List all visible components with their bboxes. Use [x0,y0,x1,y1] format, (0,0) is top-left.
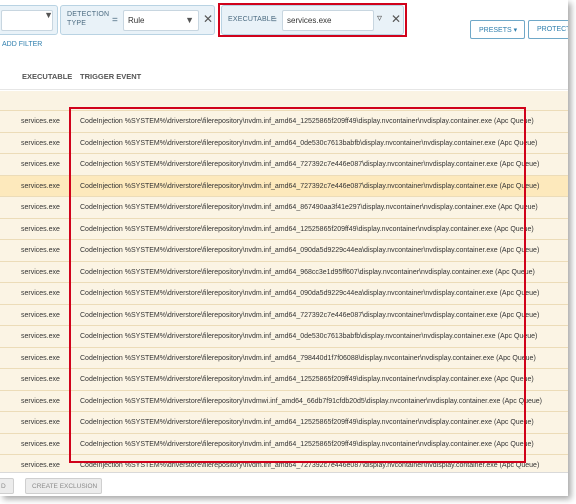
cell-trigger-event: CodeInjection %SYSTEM%\driverstore\filer… [80,440,534,448]
filter-label-executable: EXECUTABLE [228,16,276,23]
cell-trigger-event: CodeInjection %SYSTEM%\driverstore\filer… [80,333,538,340]
table-row[interactable]: services.exe CodeInjection %SYSTEM%\drive… [0,369,568,391]
cell-executable: services.exe [21,225,60,233]
table-row[interactable]: services.exe CodeInjection %SYSTEM%\drive… [0,283,568,305]
cell-trigger-event: CodeInjection %SYSTEM%\driverstore\filer… [80,204,538,211]
operator-equals: = [271,15,277,26]
label-line-2: TYPE [67,20,87,27]
chevron-down-icon[interactable]: ▼ [44,10,53,20]
cell-trigger-event: CodeInjection %SYSTEM%\driverstore\filer… [80,247,540,254]
table-row[interactable]: services.exe CodeInjection %SYSTEM%\drive… [0,111,568,133]
label-line-1: DETECTION [67,11,110,18]
table-row[interactable]: services.exe CodeInjection %SYSTEM%\drive… [0,197,568,219]
filter-chip-executable[interactable]: EXECUTABLE = services.exe ▿ ✕ [221,5,404,35]
table-row[interactable]: services.exe CodeInjection %SYSTEM%\drive… [0,412,568,434]
table-row[interactable]: services.exe CodeInjection %SYSTEM%\drive… [0,347,568,369]
cell-trigger-event: CodeInjection %SYSTEM%\driverstore\filer… [80,268,535,276]
table-body: services.exe CodeInjection %SYSTEM%\drive… [0,111,568,477]
footer-bar: D CREATE EXCLUSION [0,472,568,496]
create-exclusion-button[interactable]: CREATE EXCLUSION [25,478,102,494]
cell-trigger-event: CodeInjection %SYSTEM%\driverstore\filer… [80,182,540,190]
cell-trigger-event: CodeInjection %SYSTEM%\driverstore\filer… [80,311,540,319]
cell-executable: services.exe [21,161,60,168]
cell-trigger-event: CodeInjection %SYSTEM%\driverstore\filer… [80,161,540,168]
table-row[interactable]: services.exe CodeInjection %SYSTEM%\drive… [0,433,568,455]
cell-trigger-event: CodeInjection %SYSTEM%\driverstore\filer… [80,376,534,383]
table-row[interactable]: services.exe CodeInjection %SYSTEM%\drive… [0,175,568,197]
footer-left-button[interactable]: D [0,478,14,494]
cell-trigger-event: CodeInjection %SYSTEM%\driverstore\filer… [80,139,538,147]
screenshot-frame: ▼ DETECTION TYPE = Rule ▼ ✕ EXECUTABLE =… [0,0,568,496]
chevron-down-icon: ▾ [513,27,518,34]
chevron-down-icon[interactable]: ▼ [185,15,194,25]
column-header-executable[interactable]: EXECUTABLE [22,72,72,81]
cell-executable: services.exe [21,440,60,448]
table-row[interactable]: services.exe CodeInjection %SYSTEM%\drive… [0,326,568,348]
cell-trigger-event: CodeInjection %SYSTEM%\driverstore\filer… [80,225,534,233]
cell-executable: services.exe [21,204,60,211]
protect-button[interactable]: PROTECT [528,20,568,39]
cell-executable: services.exe [21,376,60,383]
detection-type-select[interactable]: Rule ▼ [123,10,199,31]
cell-trigger-event: CodeInjection %SYSTEM%\driverstore\filer… [80,462,540,469]
cell-trigger-event: CodeInjection %SYSTEM%\driverstore\filer… [80,290,540,297]
cell-executable: services.exe [21,182,60,190]
cell-executable: services.exe [21,462,60,469]
executable-input[interactable]: services.exe [282,10,374,31]
cell-trigger-event: CodeInjection %SYSTEM%\driverstore\filer… [80,397,542,405]
cell-executable: services.exe [21,397,60,405]
table-header: EXECUTABLE TRIGGER EVENT [0,62,568,90]
presets-button[interactable]: PRESETS ▾ [470,20,525,39]
table-row[interactable]: services.exe CodeInjection %SYSTEM%\drive… [0,261,568,283]
table-row[interactable]: services.exe CodeInjection %SYSTEM%\drive… [0,240,568,262]
filter-chip-detection-type[interactable]: DETECTION TYPE = Rule ▼ ✕ [60,5,215,35]
table-row[interactable]: services.exe CodeInjection %SYSTEM%\drive… [0,154,568,176]
table-row[interactable]: services.exe CodeInjection %SYSTEM%\drive… [0,390,568,412]
close-icon[interactable]: ✕ [391,12,401,26]
cell-executable: services.exe [21,247,60,254]
filter-label-detection-type: DETECTION TYPE [67,10,109,28]
cell-executable: services.exe [21,268,60,276]
cell-executable: services.exe [21,333,60,340]
cell-trigger-event: CodeInjection %SYSTEM%\driverstore\filer… [80,419,534,426]
cell-executable: services.exe [21,311,60,319]
filter-funnel-icon[interactable]: ▿ [377,13,382,24]
presets-label: PRESETS [479,27,512,34]
filter-chip-previous[interactable]: ▼ [0,5,58,35]
table-group-row [0,91,568,111]
detection-type-value: Rule [128,16,145,25]
cell-executable: services.exe [21,419,60,426]
table-row[interactable]: services.exe CodeInjection %SYSTEM%\drive… [0,218,568,240]
cell-executable: services.exe [21,290,60,297]
add-filter-button[interactable]: ADD FILTER [0,36,46,55]
filter-bar: ▼ DETECTION TYPE = Rule ▼ ✕ EXECUTABLE =… [0,0,568,62]
cell-executable: services.exe [21,118,60,125]
cell-executable: services.exe [21,354,60,362]
cell-executable: services.exe [21,139,60,147]
table-row[interactable]: services.exe CodeInjection %SYSTEM%\drive… [0,132,568,154]
close-icon[interactable]: ✕ [203,12,213,26]
table-row[interactable]: services.exe CodeInjection %SYSTEM%\drive… [0,304,568,326]
cell-trigger-event: CodeInjection %SYSTEM%\driverstore\filer… [80,118,534,125]
column-header-trigger-event[interactable]: TRIGGER EVENT [80,72,141,81]
operator-equals: = [112,15,118,26]
cell-trigger-event: CodeInjection %SYSTEM%\driverstore\filer… [80,354,536,362]
